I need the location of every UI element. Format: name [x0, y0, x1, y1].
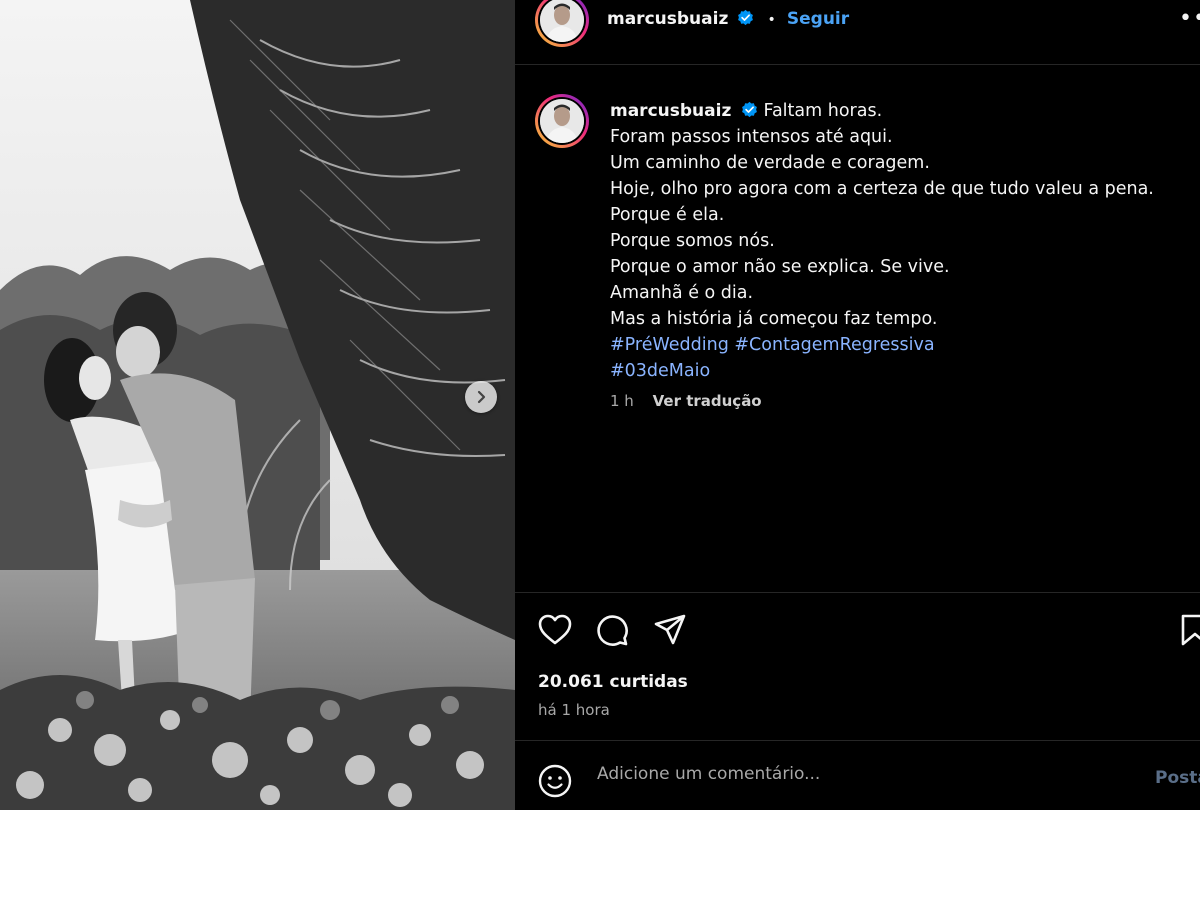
caption-username[interactable]: marcusbuaiz — [610, 101, 731, 121]
post-caption: marcusbuaiz Faltam horas. Foram passos i… — [610, 98, 1190, 384]
comment-input[interactable] — [595, 763, 1139, 785]
post-comment-button[interactable]: Posta — [1155, 768, 1200, 788]
caption-line: Um caminho de verdade e coragem. — [610, 153, 930, 173]
caption-line: Mas a história já começou faz tempo. — [610, 309, 938, 329]
caption-line: Porque somos nós. — [610, 231, 775, 251]
save-icon[interactable] — [1181, 613, 1200, 647]
post-media[interactable] — [0, 0, 515, 810]
follow-button[interactable]: Seguir — [787, 9, 849, 29]
separator-dot: • — [767, 12, 776, 28]
like-icon[interactable] — [538, 614, 572, 646]
verified-badge-icon — [738, 9, 754, 26]
header-user-line: marcusbuaiz • Seguir — [607, 9, 849, 29]
caption-line: Faltam horas. — [763, 101, 883, 121]
caption-line: Hoje, olho pro agora com a certeza de qu… — [610, 179, 1154, 199]
likes-count[interactable]: 20.061 curtidas — [538, 672, 688, 692]
avatar-image — [540, 0, 584, 42]
post-header: marcusbuaiz • Seguir ••• — [515, 0, 1200, 65]
caption-line: Porque é ela. — [610, 205, 725, 225]
translate-button[interactable]: Ver tradução — [653, 392, 762, 410]
hashtag-link[interactable]: #ContagemRegressiva — [734, 335, 934, 355]
post-photo — [0, 0, 515, 810]
caption-line: Amanhã é o dia. — [610, 283, 754, 303]
post-modal: marcusbuaiz • Seguir ••• — [0, 0, 1200, 810]
next-media-button[interactable] — [465, 381, 497, 413]
comment-icon[interactable] — [595, 613, 629, 647]
caption-line: Foram passos intensos até aqui. — [610, 127, 893, 147]
share-icon[interactable] — [653, 613, 687, 647]
chevron-right-icon — [477, 390, 486, 404]
author-username[interactable]: marcusbuaiz — [607, 9, 728, 29]
hashtag-link[interactable]: #03deMaio — [610, 361, 710, 381]
caption-author-avatar[interactable] — [535, 94, 589, 148]
verified-badge-icon — [742, 101, 757, 118]
caption-meta: 1 h Ver tradução — [610, 392, 762, 410]
comment-bar: Posta — [515, 740, 1200, 810]
emoji-icon[interactable] — [538, 764, 572, 798]
caption-line: Porque o amor não se explica. Se vive. — [610, 257, 950, 277]
actions-divider — [515, 592, 1200, 593]
avatar-image — [540, 99, 584, 143]
hashtag-link[interactable]: #PréWedding — [610, 335, 729, 355]
author-avatar[interactable] — [535, 0, 589, 47]
post-timestamp[interactable]: há 1 hora — [538, 701, 610, 719]
more-horizontal-icon[interactable]: ••• — [1179, 6, 1200, 31]
caption-age[interactable]: 1 h — [610, 392, 634, 410]
post-side-panel: marcusbuaiz • Seguir ••• — [515, 0, 1200, 810]
